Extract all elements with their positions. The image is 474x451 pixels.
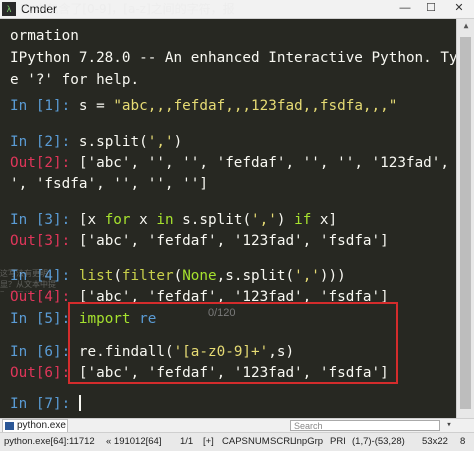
input-line: In [1]: s = "abc,,,fefdaf,,,123fad,,fsdf… [10, 98, 398, 114]
status-coords: (1,7)-(53,28) [352, 436, 405, 447]
cmder-app-icon: λ [2, 2, 16, 16]
search-input[interactable]: Search [290, 420, 440, 431]
input-line: In [2]: s.split(',') [10, 134, 183, 150]
search-icon[interactable]: ▾ [442, 419, 456, 432]
status-plus: [+] [203, 436, 214, 447]
prompt-out: Out[2]: [10, 155, 79, 171]
input-line: In [4]: list(filter(None,s.split(','))) [10, 268, 346, 284]
output-line: ', 'fsdfa', '', '', ''] [10, 176, 208, 192]
prompt-in: In [1]: [10, 98, 79, 114]
header-line: ormation [10, 28, 79, 44]
minimize-icon[interactable]: — [392, 0, 418, 18]
status-size: 53x22 [422, 436, 448, 447]
status-pri: PRI [330, 436, 346, 447]
output-line: Out[3]: ['abc', 'fefdaf', '123fad', 'fsd… [10, 233, 389, 249]
tab-python[interactable]: python.exe [2, 419, 68, 432]
status-size-tail: 8 [460, 436, 466, 447]
text-cursor [78, 395, 81, 411]
status-bar: python.exe[64]:11712 « 191012[64] 1/1 [+… [0, 432, 474, 451]
tab-label: python.exe [17, 420, 66, 431]
close-icon[interactable]: ✕ [446, 0, 472, 18]
status-inpgrp: InpGrp [294, 436, 324, 447]
prompt-in: In [2]: [10, 134, 79, 150]
input-line: In [3]: [x for x in s.split(',') if x] [10, 212, 338, 228]
scrollbar-thumb[interactable] [460, 37, 471, 409]
status-info: « 191012[64] [106, 436, 162, 447]
prompt-out: Out[3]: [10, 233, 79, 249]
header-line: e '?' for help. [10, 72, 140, 88]
output-line: Out[2]: ['abc', '', '', 'fefdaf', '', ''… [10, 155, 456, 171]
char-counter: 0/120 [208, 307, 236, 319]
input-line[interactable]: In [7]: [10, 393, 81, 415]
python-tab-icon [5, 422, 14, 430]
tab-bar: python.exe Search ▾ [0, 418, 474, 432]
prompt-in: In [7]: [10, 396, 79, 412]
scroll-up-icon[interactable]: ▲ [457, 19, 474, 33]
status-process: python.exe[64]:11712 [4, 436, 95, 447]
prompt-in: In [3]: [10, 212, 79, 228]
status-caps: CAPS [222, 436, 248, 447]
status-pos: 1/1 [180, 436, 194, 447]
status-num: NUM [248, 436, 270, 447]
header-line: IPython 7.28.0 -- An enhanced Interactiv… [10, 50, 456, 66]
vertical-scrollbar[interactable]: ▲ ▼ [456, 19, 474, 431]
maximize-icon[interactable]: ☐ [418, 0, 444, 18]
ghost-overlay-text: Py中包含了[0-9]，[a-z]之间的字符，报 [20, 2, 235, 16]
status-scrl: SCRL [270, 436, 296, 447]
left-strip-overlay: 这写法有更明显？从文本中提取有用信息，统计每个单 [0, 269, 56, 292]
